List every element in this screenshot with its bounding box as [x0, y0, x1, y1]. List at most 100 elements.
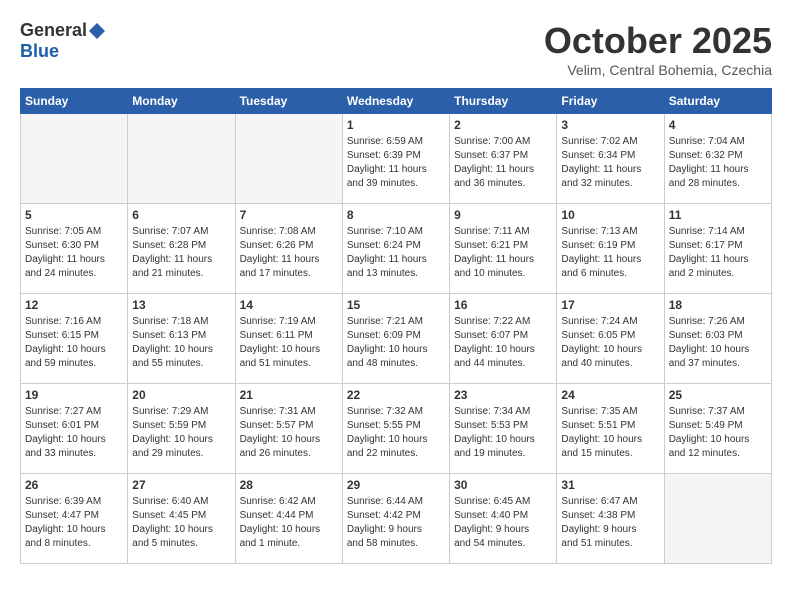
calendar-cell: 15 Sunrise: 7:21 AM Sunset: 6:09 PM Dayli… [342, 294, 449, 384]
day-info: Sunrise: 7:21 AM Sunset: 6:09 PM Dayligh… [347, 315, 445, 371]
calendar-cell [21, 114, 128, 204]
calendar-cell: 26 Sunrise: 6:39 AM Sunset: 4:47 PM Dayli… [21, 474, 128, 564]
weekday-header-thursday: Thursday [450, 89, 557, 114]
calendar-cell: 13Sunrise: 7:18 AM Sunset: 6:13 PM Dayli… [128, 294, 235, 384]
day-number: 21 [240, 388, 338, 402]
weekday-header-sunday: Sunday [21, 89, 128, 114]
week-row-2: 12Sunrise: 7:16 AM Sunset: 6:15 PM Dayli… [21, 294, 772, 384]
day-info: Sunrise: 7:07 AM Sunset: 6:28 PM Dayligh… [132, 225, 230, 281]
day-number: 2 [454, 118, 552, 132]
day-info: Sunrise: 7:19 AM Sunset: 6:11 PM Dayligh… [240, 315, 338, 371]
day-info: Sunrise: 7:26 AM Sunset: 6:03 PM Dayligh… [669, 315, 767, 371]
day-info: Sunrise: 6:59 AM Sunset: 6:39 PM Dayligh… [347, 135, 445, 191]
day-number: 17 [561, 298, 659, 312]
weekday-header-monday: Monday [128, 89, 235, 114]
week-row-1: 5 Sunrise: 7:05 AM Sunset: 6:30 PM Daylig… [21, 204, 772, 294]
day-number: 12 [25, 298, 123, 312]
calendar-cell: 6 Sunrise: 7:07 AM Sunset: 6:28 PM Daylig… [128, 204, 235, 294]
calendar-cell: 17 Sunrise: 7:24 AM Sunset: 6:05 PM Dayli… [557, 294, 664, 384]
day-info: Sunrise: 7:29 AM Sunset: 5:59 PM Dayligh… [132, 405, 230, 461]
calendar-cell: 9Sunrise: 7:11 AM Sunset: 6:21 PM Daylig… [450, 204, 557, 294]
day-info: Sunrise: 6:40 AM Sunset: 4:45 PM Dayligh… [132, 495, 230, 551]
weekday-header-saturday: Saturday [664, 89, 771, 114]
day-info: Sunrise: 6:42 AM Sunset: 4:44 PM Dayligh… [240, 495, 338, 551]
calendar-cell [128, 114, 235, 204]
day-number: 1 [347, 118, 445, 132]
calendar-cell [664, 474, 771, 564]
day-info: Sunrise: 7:02 AM Sunset: 6:34 PM Dayligh… [561, 135, 659, 191]
calendar-cell: 30Sunrise: 6:45 AM Sunset: 4:40 PM Dayli… [450, 474, 557, 564]
day-number: 4 [669, 118, 767, 132]
day-number: 8 [347, 208, 445, 222]
day-number: 11 [669, 208, 767, 222]
day-number: 22 [347, 388, 445, 402]
day-number: 19 [25, 388, 123, 402]
day-info: Sunrise: 7:27 AM Sunset: 6:01 PM Dayligh… [25, 405, 123, 461]
day-info: Sunrise: 7:37 AM Sunset: 5:49 PM Dayligh… [669, 405, 767, 461]
calendar-cell: 19 Sunrise: 7:27 AM Sunset: 6:01 PM Dayli… [21, 384, 128, 474]
day-info: Sunrise: 7:31 AM Sunset: 5:57 PM Dayligh… [240, 405, 338, 461]
day-info: Sunrise: 7:13 AM Sunset: 6:19 PM Dayligh… [561, 225, 659, 281]
day-info: Sunrise: 7:35 AM Sunset: 5:51 PM Dayligh… [561, 405, 659, 461]
day-number: 18 [669, 298, 767, 312]
day-info: Sunrise: 6:47 AM Sunset: 4:38 PM Dayligh… [561, 495, 659, 551]
calendar-cell: 11 Sunrise: 7:14 AM Sunset: 6:17 PM Dayli… [664, 204, 771, 294]
day-info: Sunrise: 6:44 AM Sunset: 4:42 PM Dayligh… [347, 495, 445, 551]
location: Velim, Central Bohemia, Czechia [544, 62, 772, 78]
calendar-cell: 20 Sunrise: 7:29 AM Sunset: 5:59 PM Dayli… [128, 384, 235, 474]
day-number: 26 [25, 478, 123, 492]
day-number: 20 [132, 388, 230, 402]
calendar-cell: 16Sunrise: 7:22 AM Sunset: 6:07 PM Dayli… [450, 294, 557, 384]
day-number: 15 [347, 298, 445, 312]
calendar-cell: 7 Sunrise: 7:08 AM Sunset: 6:26 PM Daylig… [235, 204, 342, 294]
day-number: 29 [347, 478, 445, 492]
weekday-header-wednesday: Wednesday [342, 89, 449, 114]
day-info: Sunrise: 7:08 AM Sunset: 6:26 PM Dayligh… [240, 225, 338, 281]
week-row-4: 26 Sunrise: 6:39 AM Sunset: 4:47 PM Dayli… [21, 474, 772, 564]
day-number: 24 [561, 388, 659, 402]
day-number: 31 [561, 478, 659, 492]
calendar-cell: 22Sunrise: 7:32 AM Sunset: 5:55 PM Dayli… [342, 384, 449, 474]
day-number: 23 [454, 388, 552, 402]
logo: General Blue [20, 20, 105, 62]
day-number: 6 [132, 208, 230, 222]
day-info: Sunrise: 7:24 AM Sunset: 6:05 PM Dayligh… [561, 315, 659, 371]
day-number: 30 [454, 478, 552, 492]
calendar-cell: 25 Sunrise: 7:37 AM Sunset: 5:49 PM Dayli… [664, 384, 771, 474]
day-info: Sunrise: 7:22 AM Sunset: 6:07 PM Dayligh… [454, 315, 552, 371]
day-number: 28 [240, 478, 338, 492]
calendar-cell: 8Sunrise: 7:10 AM Sunset: 6:24 PM Daylig… [342, 204, 449, 294]
weekday-header-row: SundayMondayTuesdayWednesdayThursdayFrid… [21, 89, 772, 114]
calendar-cell: 18 Sunrise: 7:26 AM Sunset: 6:03 PM Dayli… [664, 294, 771, 384]
calendar-cell: 31 Sunrise: 6:47 AM Sunset: 4:38 PM Dayli… [557, 474, 664, 564]
day-number: 9 [454, 208, 552, 222]
day-info: Sunrise: 6:39 AM Sunset: 4:47 PM Dayligh… [25, 495, 123, 551]
title-area: October 2025 Velim, Central Bohemia, Cze… [544, 20, 772, 78]
day-number: 10 [561, 208, 659, 222]
day-number: 3 [561, 118, 659, 132]
day-number: 7 [240, 208, 338, 222]
calendar-cell: 24 Sunrise: 7:35 AM Sunset: 5:51 PM Dayli… [557, 384, 664, 474]
calendar: SundayMondayTuesdayWednesdayThursdayFrid… [20, 88, 772, 564]
day-info: Sunrise: 7:14 AM Sunset: 6:17 PM Dayligh… [669, 225, 767, 281]
day-number: 25 [669, 388, 767, 402]
calendar-cell: 3 Sunrise: 7:02 AM Sunset: 6:34 PM Daylig… [557, 114, 664, 204]
calendar-cell: 21 Sunrise: 7:31 AM Sunset: 5:57 PM Dayli… [235, 384, 342, 474]
calendar-cell: 14 Sunrise: 7:19 AM Sunset: 6:11 PM Dayli… [235, 294, 342, 384]
weekday-header-friday: Friday [557, 89, 664, 114]
calendar-cell: 5 Sunrise: 7:05 AM Sunset: 6:30 PM Daylig… [21, 204, 128, 294]
week-row-0: 1 Sunrise: 6:59 AM Sunset: 6:39 PM Daylig… [21, 114, 772, 204]
weekday-header-tuesday: Tuesday [235, 89, 342, 114]
calendar-cell: 28 Sunrise: 6:42 AM Sunset: 4:44 PM Dayli… [235, 474, 342, 564]
calendar-cell: 1 Sunrise: 6:59 AM Sunset: 6:39 PM Daylig… [342, 114, 449, 204]
week-row-3: 19 Sunrise: 7:27 AM Sunset: 6:01 PM Dayli… [21, 384, 772, 474]
month-title: October 2025 [544, 20, 772, 62]
calendar-cell: 4Sunrise: 7:04 AM Sunset: 6:32 PM Daylig… [664, 114, 771, 204]
day-number: 14 [240, 298, 338, 312]
day-info: Sunrise: 7:05 AM Sunset: 6:30 PM Dayligh… [25, 225, 123, 281]
calendar-cell: 12Sunrise: 7:16 AM Sunset: 6:15 PM Dayli… [21, 294, 128, 384]
day-number: 5 [25, 208, 123, 222]
calendar-cell: 2Sunrise: 7:00 AM Sunset: 6:37 PM Daylig… [450, 114, 557, 204]
logo-general-text: General [20, 20, 87, 41]
calendar-cell: 23Sunrise: 7:34 AM Sunset: 5:53 PM Dayli… [450, 384, 557, 474]
